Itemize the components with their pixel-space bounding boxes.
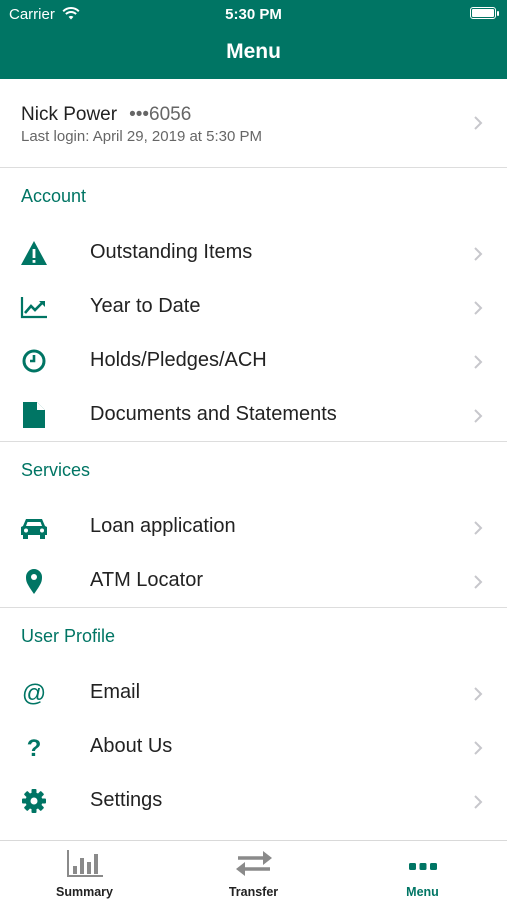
- menu-item-label: About Us: [90, 735, 173, 757]
- section-title-user-profile: User Profile: [21, 626, 116, 646]
- menu-item-about-us[interactable]: ? About Us: [0, 720, 507, 774]
- battery-icon: [470, 7, 499, 19]
- location-pin-icon: [20, 567, 48, 595]
- chevron-right-icon: [472, 575, 484, 589]
- menu-item-year-to-date[interactable]: Year to Date: [0, 280, 507, 334]
- menu-item-label: Holds/Pledges/ACH: [90, 349, 267, 371]
- section-title-services: Services: [21, 460, 91, 480]
- menu-item-settings[interactable]: Settings: [0, 774, 507, 828]
- chevron-right-icon: [472, 247, 484, 261]
- menu-item-outstanding-items[interactable]: Outstanding Items: [0, 226, 507, 280]
- more-dots-icon: [404, 849, 442, 877]
- tab-label: Transfer: [228, 885, 279, 899]
- user-name: Nick Power: [21, 104, 118, 125]
- menu-item-label: Email: [90, 681, 141, 703]
- menu-item-label: Year to Date: [90, 295, 201, 317]
- svg-text:?: ?: [27, 735, 42, 761]
- tab-label: Summary: [56, 885, 113, 899]
- question-icon: ?: [20, 733, 48, 761]
- menu-item-documents-and-statements[interactable]: Documents and Statements: [0, 388, 507, 442]
- menu-item-email[interactable]: @ Email: [0, 666, 507, 720]
- menu-item-label: ATM Locator: [90, 569, 203, 591]
- document-icon: [20, 401, 48, 429]
- app-header: Carrier 5:30 PM Menu: [0, 0, 507, 79]
- gear-icon: [20, 787, 48, 815]
- chevron-right-icon: [472, 741, 484, 755]
- page-title: Menu: [226, 40, 281, 63]
- clock-time: 5:30 PM: [225, 6, 282, 23]
- tab-menu[interactable]: Menu: [338, 841, 507, 901]
- section-divider: [0, 607, 507, 608]
- menu-item-label: Settings: [90, 789, 163, 811]
- menu-item-loan-application[interactable]: Loan application: [0, 500, 507, 554]
- clock-icon: [20, 347, 48, 375]
- tab-transfer[interactable]: Transfer: [169, 841, 338, 901]
- masked-account-number: •••6056: [129, 104, 192, 125]
- chevron-right-icon: [472, 301, 484, 315]
- chevron-right-icon: [472, 521, 484, 535]
- menu-item-holds-pledges-ach[interactable]: Holds/Pledges/ACH: [0, 334, 507, 388]
- svg-text:@: @: [22, 680, 46, 707]
- chevron-right-icon: [472, 409, 484, 423]
- trend-chart-icon: [20, 293, 48, 321]
- status-bar: Carrier 5:30 PM: [0, 0, 507, 30]
- section-divider: [0, 441, 507, 442]
- tab-bar: Summary Transfer Menu: [0, 840, 507, 901]
- last-login-text: Last login: April 29, 2019 at 5:30 PM: [21, 128, 262, 145]
- chevron-right-icon: [472, 687, 484, 701]
- section-title-account: Account: [21, 186, 87, 206]
- chevron-right-icon: [472, 795, 484, 809]
- menu-item-label: Loan application: [90, 515, 236, 537]
- menu-item-label: Documents and Statements: [90, 403, 337, 425]
- user-account-row[interactable]: Nick Power •••6056 Last login: April 29, …: [0, 79, 507, 168]
- chevron-right-icon: [472, 116, 484, 130]
- at-sign-icon: @: [20, 679, 48, 707]
- car-icon: [20, 513, 48, 541]
- tab-summary[interactable]: Summary: [0, 841, 169, 901]
- menu-item-label: Outstanding Items: [90, 241, 253, 263]
- warning-icon: [20, 239, 48, 267]
- chevron-right-icon: [472, 355, 484, 369]
- menu-item-atm-locator[interactable]: ATM Locator: [0, 554, 507, 608]
- tab-label: Menu: [406, 885, 439, 899]
- bar-chart-icon: [66, 849, 104, 877]
- transfer-arrows-icon: [235, 849, 273, 877]
